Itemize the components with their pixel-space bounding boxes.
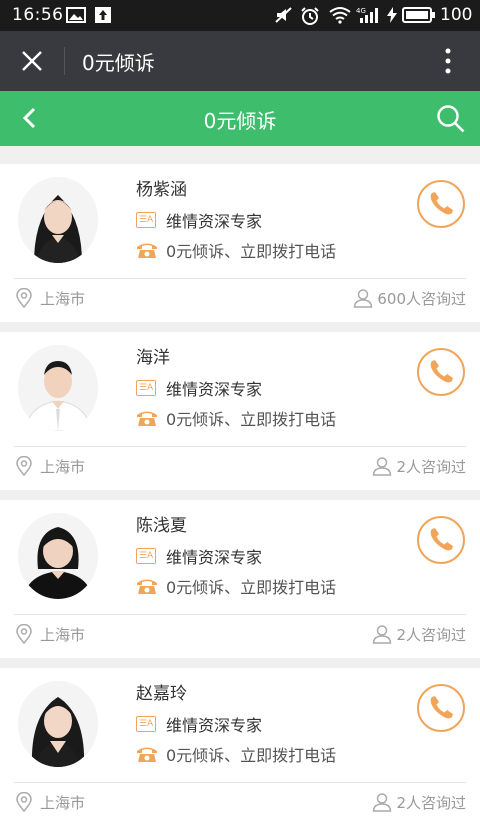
location-pin-icon bbox=[16, 623, 32, 645]
wifi-icon bbox=[328, 6, 352, 24]
consult-count-text: 2人咨询过 bbox=[396, 457, 466, 476]
avatar bbox=[18, 345, 98, 431]
location: 上海市 bbox=[16, 623, 85, 645]
avatar bbox=[18, 513, 98, 599]
divider bbox=[64, 47, 65, 75]
location-pin-icon bbox=[16, 455, 32, 477]
id-card-icon: ☰A bbox=[136, 548, 156, 564]
image-icon bbox=[66, 6, 86, 24]
call-button[interactable] bbox=[417, 180, 465, 228]
expert-tag: ☰A 维情资深专家 bbox=[136, 545, 262, 567]
divider bbox=[14, 782, 466, 783]
tag-text: 维情资深专家 bbox=[166, 380, 263, 399]
telephone-icon bbox=[136, 577, 158, 595]
phone-text: 0元倾诉、立即拨打电话 bbox=[166, 242, 337, 261]
call-button[interactable] bbox=[417, 348, 465, 396]
location: 上海市 bbox=[16, 455, 85, 477]
id-card-icon: ☰A bbox=[136, 716, 156, 732]
page-title: 0元倾诉 bbox=[203, 109, 277, 133]
id-card-icon: ☰A bbox=[136, 380, 156, 396]
expert-card[interactable]: 陈浅夏 ☰A 维情资深专家 0元倾诉、立即拨打电话 上海市 2人咨询过 bbox=[0, 500, 480, 658]
phone-row[interactable]: 0元倾诉、立即拨打电话 bbox=[136, 743, 336, 765]
expert-card[interactable]: 赵嘉玲 ☰A 维情资深专家 0元倾诉、立即拨打电话 上海市 2人咨询过 bbox=[0, 668, 480, 826]
expert-tag: ☰A 维情资深专家 bbox=[136, 713, 262, 735]
location-text: 上海市 bbox=[40, 793, 86, 812]
consult-count-text: 600人咨询过 bbox=[377, 289, 466, 308]
call-button[interactable] bbox=[417, 516, 465, 564]
tag-text: 维情资深专家 bbox=[166, 212, 263, 231]
phone-row[interactable]: 0元倾诉、立即拨打电话 bbox=[136, 407, 336, 429]
tag-text: 维情资深专家 bbox=[166, 716, 263, 735]
location: 上海市 bbox=[16, 287, 85, 309]
phone-text: 0元倾诉、立即拨打电话 bbox=[166, 578, 337, 597]
expert-tag: ☰A 维情资深专家 bbox=[136, 377, 262, 399]
page-header: 0元倾诉 bbox=[0, 91, 480, 146]
user-icon bbox=[372, 792, 392, 812]
telephone-icon bbox=[136, 745, 158, 763]
phone-text: 0元倾诉、立即拨打电话 bbox=[166, 746, 337, 765]
expert-card[interactable]: 海洋 ☰A 维情资深专家 0元倾诉、立即拨打电话 上海市 2人咨询过 bbox=[0, 332, 480, 490]
expert-card[interactable]: 杨紫涵 ☰A 维情资深专家 0元倾诉、立即拨打电话 上海市 600人咨询过 bbox=[0, 164, 480, 322]
webview-titlebar: 0元倾诉 bbox=[0, 31, 480, 91]
location-text: 上海市 bbox=[40, 625, 86, 644]
location-pin-icon bbox=[16, 287, 32, 309]
divider bbox=[14, 446, 466, 447]
telephone-icon bbox=[136, 409, 158, 427]
telephone-icon bbox=[136, 241, 158, 259]
location-text: 上海市 bbox=[40, 289, 86, 308]
mute-icon bbox=[274, 6, 294, 24]
avatar bbox=[18, 681, 98, 767]
close-icon[interactable] bbox=[20, 49, 44, 73]
search-icon[interactable] bbox=[436, 104, 466, 134]
upload-icon bbox=[94, 6, 112, 24]
alarm-icon bbox=[300, 6, 320, 26]
phone-row[interactable]: 0元倾诉、立即拨打电话 bbox=[136, 239, 336, 261]
user-icon bbox=[372, 624, 392, 644]
consult-count: 2人咨询过 bbox=[372, 791, 466, 813]
user-icon bbox=[372, 456, 392, 476]
webview-title: 0元倾诉 bbox=[82, 51, 155, 75]
location-text: 上海市 bbox=[40, 457, 86, 476]
location-pin-icon bbox=[16, 791, 32, 813]
avatar bbox=[18, 177, 98, 263]
consult-count-text: 2人咨询过 bbox=[396, 625, 466, 644]
battery-icon bbox=[402, 6, 436, 24]
consult-count: 2人咨询过 bbox=[372, 455, 466, 477]
id-card-icon: ☰A bbox=[136, 212, 156, 228]
charging-icon bbox=[386, 6, 398, 24]
more-icon[interactable] bbox=[440, 47, 456, 75]
expert-name: 陈浅夏 bbox=[136, 516, 187, 536]
divider bbox=[14, 278, 466, 279]
signal-icon: 4G bbox=[356, 6, 382, 24]
consult-count: 600人咨询过 bbox=[353, 287, 466, 309]
svg-text:4G: 4G bbox=[356, 7, 366, 15]
user-icon bbox=[353, 288, 373, 308]
status-time: 16:56 bbox=[12, 5, 64, 25]
consult-count-text: 2人咨询过 bbox=[396, 793, 466, 812]
status-bar: 16:56 4G 100 bbox=[0, 0, 480, 31]
expert-name: 海洋 bbox=[136, 348, 170, 368]
expert-name: 赵嘉玲 bbox=[136, 684, 187, 704]
expert-tag: ☰A 维情资深专家 bbox=[136, 209, 262, 231]
battery-percent: 100 bbox=[440, 5, 473, 25]
phone-row[interactable]: 0元倾诉、立即拨打电话 bbox=[136, 575, 336, 597]
call-button[interactable] bbox=[417, 684, 465, 732]
phone-text: 0元倾诉、立即拨打电话 bbox=[166, 410, 337, 429]
divider bbox=[14, 614, 466, 615]
tag-text: 维情资深专家 bbox=[166, 548, 263, 567]
consult-count: 2人咨询过 bbox=[372, 623, 466, 645]
location: 上海市 bbox=[16, 791, 85, 813]
expert-name: 杨紫涵 bbox=[136, 180, 187, 200]
